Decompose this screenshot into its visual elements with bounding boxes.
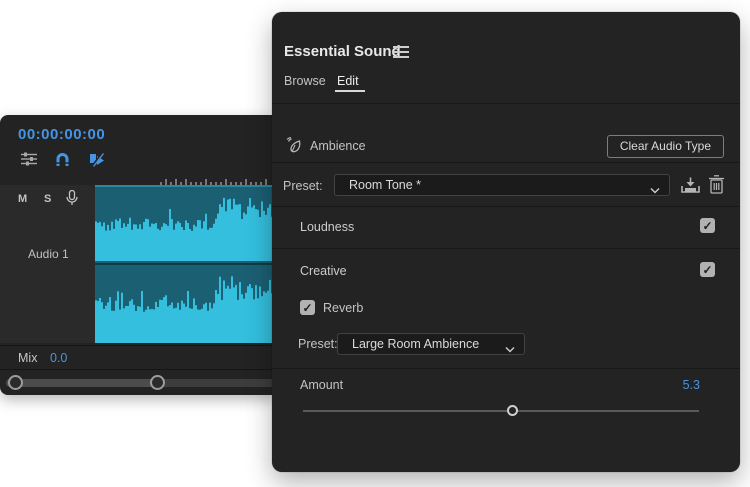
zoom-handle-left[interactable] xyxy=(8,375,23,390)
mix-value[interactable]: 0.0 xyxy=(50,351,67,365)
snap-magnet-icon[interactable] xyxy=(54,151,71,167)
screenshot-canvas: 00:00:00:00 xyxy=(0,0,750,487)
check-icon: ✓ xyxy=(702,220,712,232)
reverb-label: Reverb xyxy=(323,301,363,315)
zoom-handle-right[interactable] xyxy=(150,375,165,390)
preset-label: Preset: xyxy=(283,179,323,193)
amount-slider-thumb[interactable] xyxy=(507,405,518,416)
timeline-scrollbar xyxy=(0,369,276,395)
reverb-preset-label: Preset: xyxy=(298,337,338,351)
ambience-leaf-icon xyxy=(286,137,304,159)
panel-menu-icon[interactable] xyxy=(393,46,409,58)
reverb-preset-value: Large Room Ambience xyxy=(352,337,479,351)
ambience-preset-dropdown[interactable]: Room Tone * xyxy=(334,174,670,196)
scrollbar-zoom-range[interactable] xyxy=(6,379,164,387)
tab-browse[interactable]: Browse xyxy=(284,74,326,88)
linked-selection-icon[interactable] xyxy=(88,151,105,167)
mix-label: Mix xyxy=(18,351,37,365)
audio-type-label: Ambience xyxy=(310,139,366,153)
divider xyxy=(272,368,740,369)
divider xyxy=(272,206,740,207)
check-icon: ✓ xyxy=(702,264,712,276)
mix-track-row: Mix 0.0 xyxy=(0,345,276,369)
timeline-panel: 00:00:00:00 xyxy=(0,115,276,395)
reverb-preset-dropdown[interactable]: Large Room Ambience xyxy=(337,333,525,355)
save-preset-icon[interactable] xyxy=(681,177,700,199)
waveform-channel-2 xyxy=(95,265,276,343)
preset-value: Room Tone * xyxy=(349,178,421,192)
chevron-down-icon xyxy=(650,181,660,199)
track-name[interactable]: Audio 1 xyxy=(28,247,69,261)
reverb-checkbox[interactable]: ✓ xyxy=(300,300,315,315)
amount-value[interactable]: 5.3 xyxy=(683,378,700,392)
section-creative[interactable]: Creative xyxy=(300,264,347,278)
section-loudness[interactable]: Loudness xyxy=(300,220,354,234)
creative-checkbox[interactable]: ✓ xyxy=(700,262,715,277)
amount-slider[interactable] xyxy=(303,410,699,412)
divider xyxy=(272,103,740,104)
divider xyxy=(272,248,740,249)
audio-track-header: M S Audio 1 xyxy=(0,185,95,343)
audio-clip[interactable] xyxy=(95,185,276,343)
check-icon: ✓ xyxy=(302,302,312,314)
clear-audio-type-button[interactable]: Clear Audio Type xyxy=(607,135,724,158)
mute-button[interactable]: M xyxy=(18,193,27,205)
chevron-down-icon xyxy=(505,340,515,358)
playhead-timecode[interactable]: 00:00:00:00 xyxy=(18,126,105,143)
amount-label: Amount xyxy=(300,378,343,392)
divider xyxy=(272,162,740,163)
timeline-toolbar xyxy=(20,151,105,167)
time-ruler[interactable] xyxy=(160,173,270,185)
active-tab-underline xyxy=(335,90,365,92)
voiceover-record-icon[interactable] xyxy=(66,190,78,211)
timeline-settings-icon[interactable] xyxy=(20,151,37,167)
essential-sound-panel: Essential Sound Browse Edit Ambience Cle… xyxy=(272,12,740,472)
panel-title: Essential Sound xyxy=(284,43,401,60)
tab-edit[interactable]: Edit xyxy=(337,74,359,88)
delete-preset-trash-icon[interactable] xyxy=(708,175,725,199)
solo-button[interactable]: S xyxy=(44,193,51,205)
loudness-checkbox[interactable]: ✓ xyxy=(700,218,715,233)
waveform-channel-1 xyxy=(95,187,276,261)
